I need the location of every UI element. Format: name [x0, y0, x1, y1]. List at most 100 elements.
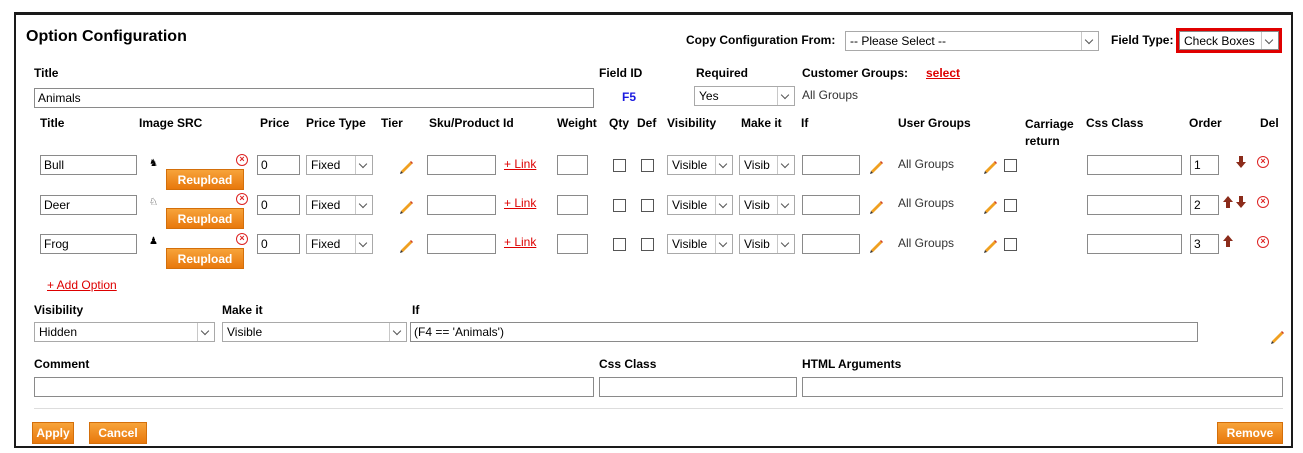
pencil-icon[interactable] — [398, 237, 414, 253]
sku-input[interactable] — [427, 195, 496, 215]
make-it-value: Visib — [744, 198, 770, 212]
comment-label: Comment — [34, 357, 90, 371]
css-class-input[interactable] — [599, 377, 797, 397]
field-type-select[interactable]: Check Boxes — [1179, 31, 1279, 50]
pencil-icon[interactable] — [868, 198, 884, 214]
css-class-input[interactable] — [1087, 155, 1182, 175]
order-input[interactable]: 3 — [1190, 234, 1219, 254]
comment-input[interactable] — [34, 377, 594, 397]
copy-config-value: -- Please Select -- — [850, 34, 947, 48]
pencil-icon[interactable] — [982, 198, 998, 214]
visibility-select[interactable]: Visible — [667, 234, 733, 254]
add-link[interactable]: + Link — [504, 196, 536, 210]
field-id-label: Field ID — [599, 66, 643, 80]
css-class-input[interactable] — [1087, 195, 1182, 215]
carriage-return-checkbox[interactable] — [1004, 199, 1017, 212]
sku-input[interactable] — [427, 234, 496, 254]
pencil-icon[interactable] — [982, 237, 998, 253]
def-checkbox[interactable] — [641, 159, 654, 172]
weight-input[interactable] — [557, 155, 588, 175]
html-arguments-input[interactable] — [802, 377, 1283, 397]
arrow-up-icon[interactable] — [1223, 196, 1233, 208]
def-checkbox[interactable] — [641, 238, 654, 251]
cancel-button[interactable]: Cancel — [89, 422, 147, 444]
if-input[interactable] — [802, 234, 860, 254]
arrow-down-icon[interactable] — [1236, 156, 1246, 168]
delete-row-icon[interactable]: × — [1257, 196, 1269, 208]
weight-input[interactable] — [557, 195, 588, 215]
arrow-down-icon[interactable] — [1236, 196, 1246, 208]
delete-row-icon[interactable]: × — [1257, 236, 1269, 248]
chevron-down-icon — [777, 235, 794, 253]
add-link[interactable]: + Link — [504, 235, 536, 249]
chevron-down-icon — [715, 235, 732, 253]
pencil-icon[interactable] — [868, 158, 884, 174]
pencil-icon[interactable] — [398, 198, 414, 214]
pencil-icon[interactable] — [982, 158, 998, 174]
weight-input[interactable] — [557, 234, 588, 254]
delete-image-icon[interactable]: × — [236, 154, 248, 166]
order-input[interactable]: 2 — [1190, 195, 1219, 215]
col-carriage-return: Carriage return — [1025, 117, 1074, 148]
sku-input[interactable] — [427, 155, 496, 175]
price-type-select[interactable]: Fixed — [306, 234, 373, 254]
pencil-icon[interactable] — [398, 158, 414, 174]
reupload-button[interactable]: Reupload — [166, 208, 244, 229]
user-groups-value: All Groups — [898, 196, 955, 210]
make-it-select[interactable]: Visib — [739, 234, 795, 254]
copy-config-select[interactable]: -- Please Select -- — [845, 31, 1099, 51]
col-tier: Tier — [381, 116, 403, 130]
bull-image-icon: ♞ — [149, 158, 158, 169]
pencil-icon[interactable] — [1269, 328, 1285, 344]
make-it-select[interactable]: Visible — [222, 322, 407, 342]
make-it-select[interactable]: Visib — [739, 155, 795, 175]
field-type-value: Check Boxes — [1184, 34, 1255, 48]
price-type-select[interactable]: Fixed — [306, 155, 373, 175]
customer-groups-label: Customer Groups: — [802, 66, 909, 80]
def-checkbox[interactable] — [641, 199, 654, 212]
price-type-select[interactable]: Fixed — [306, 195, 373, 215]
qty-checkbox[interactable] — [613, 238, 626, 251]
price-input[interactable]: 0 — [257, 155, 300, 175]
if-condition-input[interactable]: (F4 == 'Animals') — [410, 322, 1198, 342]
if-input[interactable] — [802, 155, 860, 175]
field-id-value: F5 — [622, 90, 637, 104]
visibility-select[interactable]: Hidden — [34, 322, 215, 342]
delete-row-icon[interactable]: × — [1257, 156, 1269, 168]
apply-button[interactable]: Apply — [32, 422, 74, 444]
option-title-input[interactable]: Deer — [40, 195, 137, 215]
pencil-icon[interactable] — [868, 237, 884, 253]
option-title-input[interactable]: Frog — [40, 234, 137, 254]
order-input[interactable]: 1 — [1190, 155, 1219, 175]
reupload-button[interactable]: Reupload — [166, 169, 244, 190]
remove-button[interactable]: Remove — [1217, 422, 1283, 444]
carriage-return-checkbox[interactable] — [1004, 159, 1017, 172]
chevron-down-icon — [777, 196, 794, 214]
field-type-label: Field Type: — [1111, 33, 1174, 47]
required-select[interactable]: Yes — [694, 86, 795, 106]
visibility-label: Visibility — [34, 303, 84, 317]
col-sku: Sku/Product Id — [429, 116, 514, 130]
if-input[interactable] — [802, 195, 860, 215]
customer-groups-select-link[interactable]: select — [926, 66, 960, 80]
add-link[interactable]: + Link — [504, 157, 536, 171]
add-option-link[interactable]: + Add Option — [47, 278, 117, 292]
visibility-select[interactable]: Visible — [667, 155, 733, 175]
visibility-select[interactable]: Visible — [667, 195, 733, 215]
price-input[interactable]: 0 — [257, 195, 300, 215]
chevron-down-icon — [1261, 32, 1278, 49]
arrow-up-icon[interactable] — [1223, 235, 1233, 247]
carriage-return-checkbox[interactable] — [1004, 238, 1017, 251]
reupload-button[interactable]: Reupload — [166, 248, 244, 269]
visibility-value: Visible — [672, 237, 708, 251]
css-class-input[interactable] — [1087, 234, 1182, 254]
delete-image-icon[interactable]: × — [236, 233, 248, 245]
title-input[interactable]: Animals — [34, 88, 594, 108]
qty-checkbox[interactable] — [613, 159, 626, 172]
qty-checkbox[interactable] — [613, 199, 626, 212]
make-it-select[interactable]: Visib — [739, 195, 795, 215]
price-input[interactable]: 0 — [257, 234, 300, 254]
option-title-input[interactable]: Bull — [40, 155, 137, 175]
delete-image-icon[interactable]: × — [236, 193, 248, 205]
chevron-down-icon — [777, 156, 794, 174]
